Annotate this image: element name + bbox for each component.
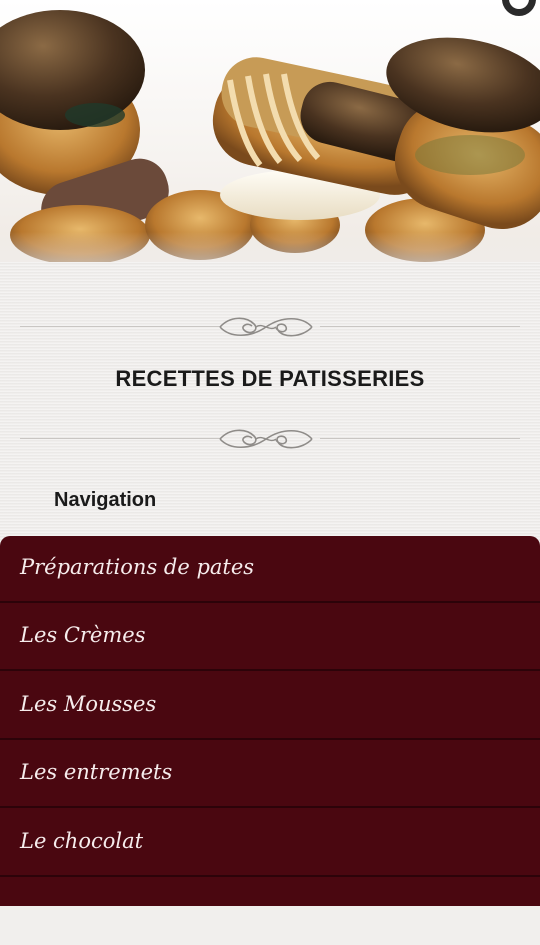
divider-line-right xyxy=(320,326,520,327)
pastry-illustration xyxy=(0,10,540,262)
flourish-ornament-icon xyxy=(219,317,313,337)
hero-pastry-image xyxy=(0,0,540,262)
menu-item-label: Les Crèmes xyxy=(20,623,146,647)
menu-item-label: Les Mousses xyxy=(20,692,157,716)
menu-item-label: Préparations de pates xyxy=(20,555,255,579)
menu-item-label: Les entremets xyxy=(20,760,173,784)
menu-item-preparations-de-pates[interactable]: Préparations de pates xyxy=(0,536,540,603)
flourish-ornament-icon xyxy=(219,429,313,449)
navigation-heading: Navigation xyxy=(54,489,157,511)
navigation-menu: Préparations de pates Les Crèmes Les Mou… xyxy=(0,536,540,906)
page-title: RECETTES DE PATISSERIES xyxy=(115,366,425,391)
menu-item-les-mousses[interactable]: Les Mousses xyxy=(0,673,540,740)
menu-item-les-cremes[interactable]: Les Crèmes xyxy=(0,604,540,671)
menu-item-label: Le chocolat xyxy=(20,829,144,853)
divider-bottom xyxy=(20,424,520,454)
menu-item-le-chocolat[interactable]: Le chocolat xyxy=(0,810,540,877)
divider-line-right xyxy=(320,438,520,439)
menu-item-les-entremets[interactable]: Les entremets xyxy=(0,741,540,808)
menu-item-partial[interactable] xyxy=(0,878,540,945)
divider-top xyxy=(20,312,520,342)
divider-line-left xyxy=(20,438,220,439)
hero-fade xyxy=(0,232,540,262)
divider-line-left xyxy=(20,326,220,327)
